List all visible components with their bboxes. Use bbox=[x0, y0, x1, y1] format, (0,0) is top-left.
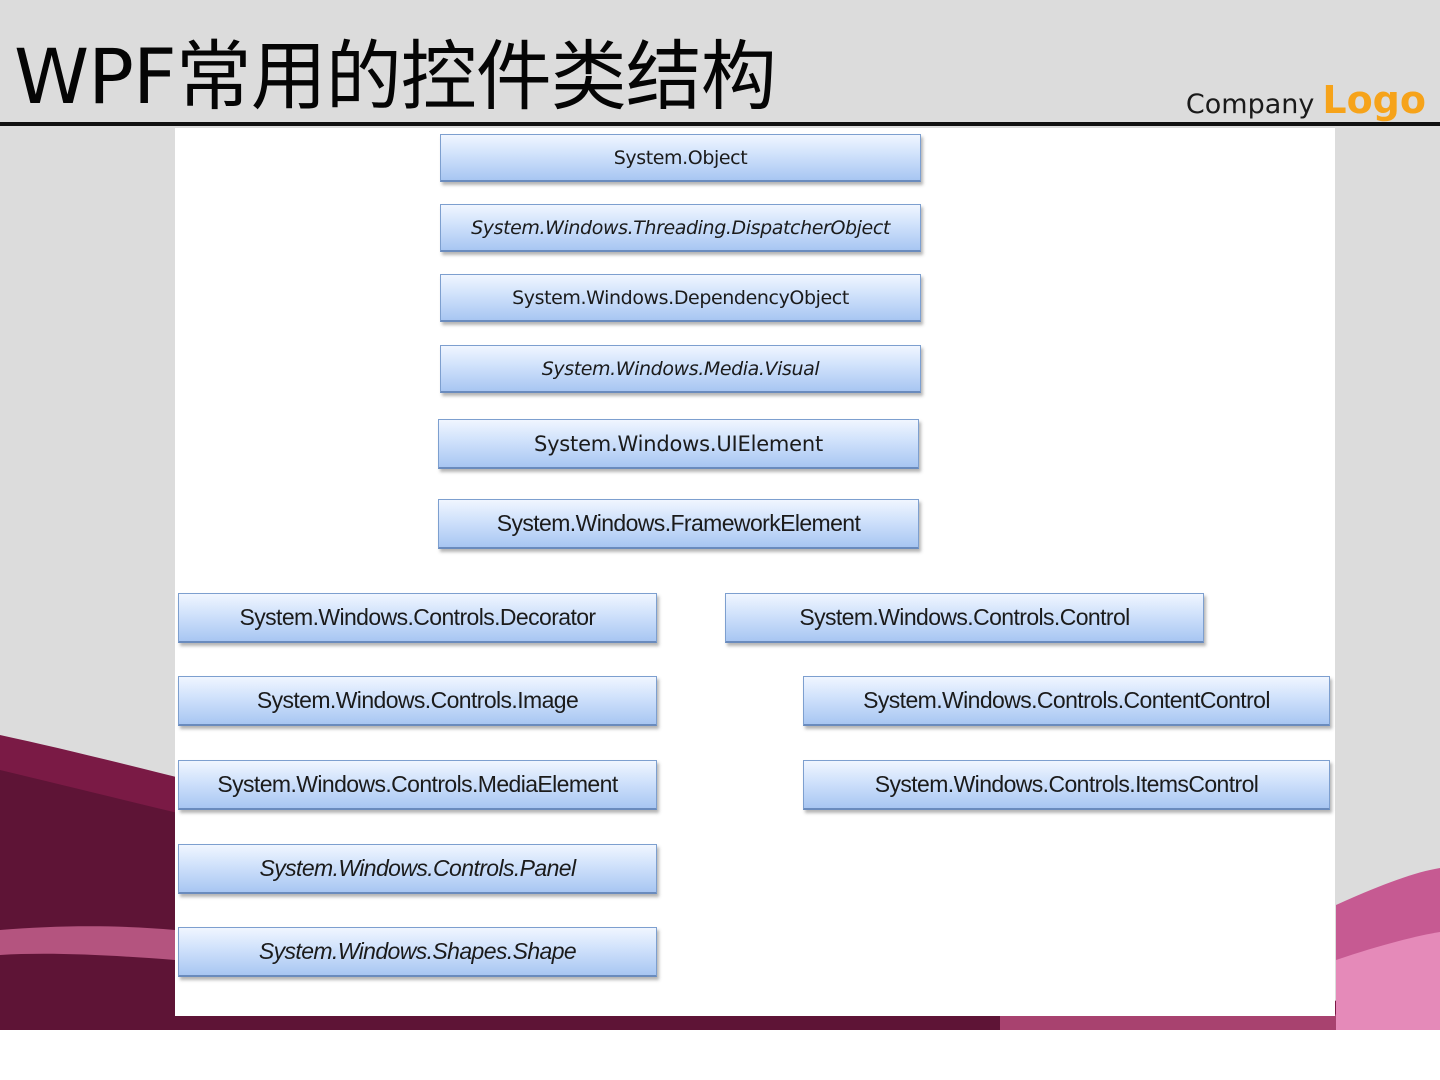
node-dispatcher-object: System.Windows.Threading.DispatcherObjec… bbox=[440, 204, 921, 252]
node-controls-decorator: System.Windows.Controls.Decorator bbox=[178, 593, 657, 643]
node-system-object: System.Object bbox=[440, 134, 921, 182]
node-framework-element: System.Windows.FrameworkElement bbox=[438, 499, 919, 549]
slide-title: WPF常用的控件类结构 bbox=[14, 32, 777, 121]
class-hierarchy-diagram: System.Object System.Windows.Threading.D… bbox=[175, 128, 1335, 1016]
node-controls-content-control: System.Windows.Controls.ContentControl bbox=[803, 676, 1330, 726]
node-controls-control: System.Windows.Controls.Control bbox=[725, 593, 1204, 643]
logo-company-text: Company bbox=[1185, 89, 1315, 120]
node-controls-image: System.Windows.Controls.Image bbox=[178, 676, 657, 726]
logo-mark-text: Logo bbox=[1322, 78, 1426, 122]
node-ui-element: System.Windows.UIElement bbox=[438, 419, 919, 469]
node-controls-panel: System.Windows.Controls.Panel bbox=[178, 844, 657, 894]
node-media-visual: System.Windows.Media.Visual bbox=[440, 345, 921, 393]
node-dependency-object: System.Windows.DependencyObject bbox=[440, 274, 921, 322]
node-controls-media-element: System.Windows.Controls.MediaElement bbox=[178, 760, 657, 810]
node-shapes-shape: System.Windows.Shapes.Shape bbox=[178, 927, 657, 977]
slide: WPF常用的控件类结构 Company Logo System.Object Sy… bbox=[0, 0, 1440, 1030]
node-controls-items-control: System.Windows.Controls.ItemsControl bbox=[803, 760, 1330, 810]
company-logo: Company Logo bbox=[1186, 78, 1426, 124]
